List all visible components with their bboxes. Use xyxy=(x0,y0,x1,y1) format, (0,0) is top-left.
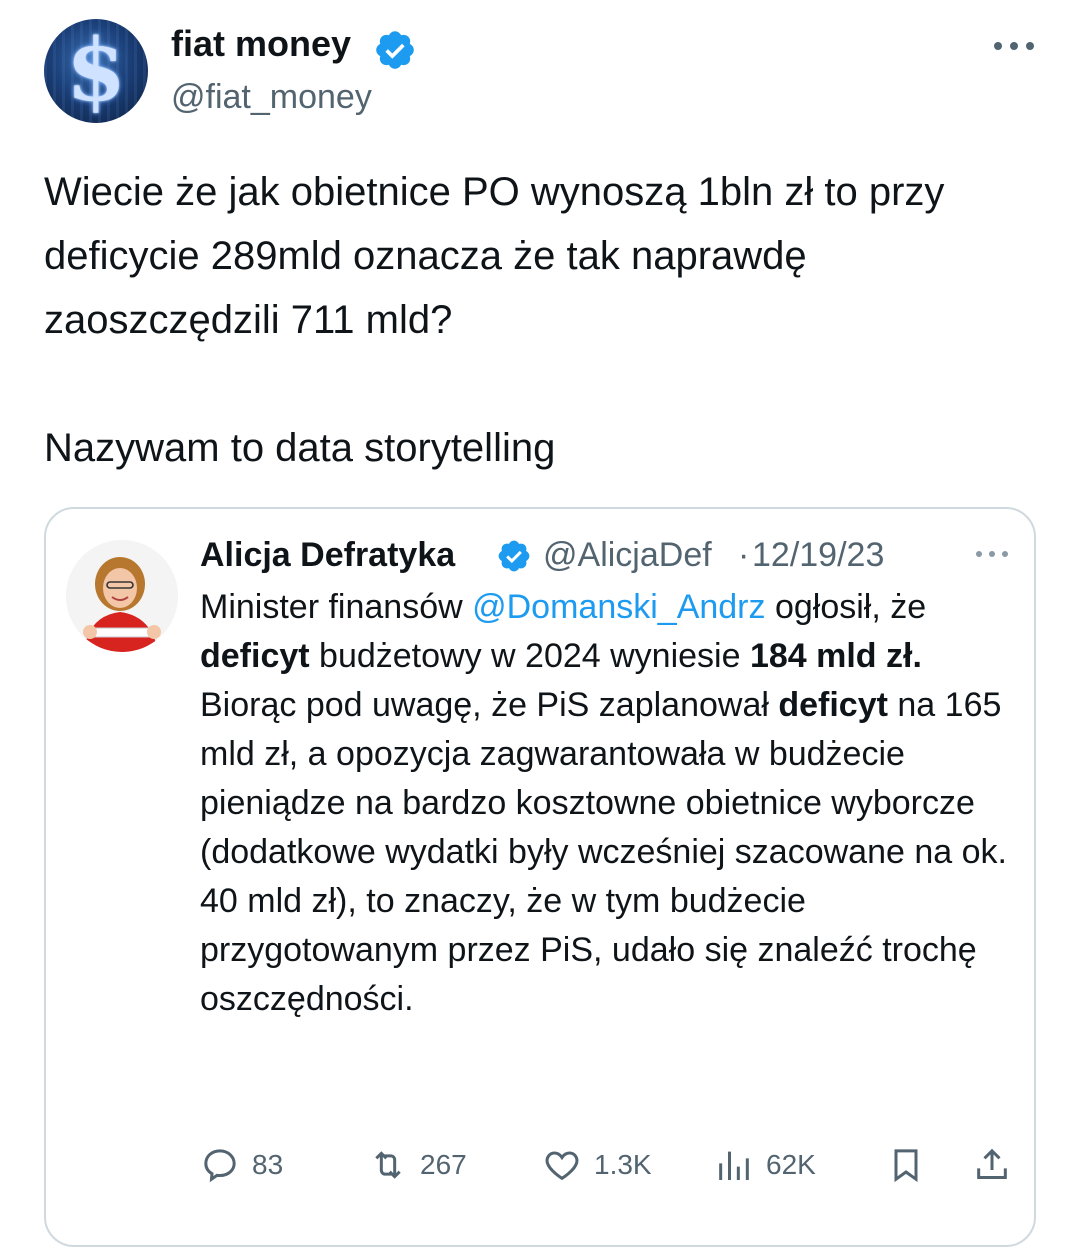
views-button[interactable]: 62K xyxy=(714,1140,816,1190)
person-photo-icon xyxy=(66,540,178,652)
text-run: ogłosił, że xyxy=(765,588,927,626)
quoted-author-name[interactable]: Alicja Defratyka xyxy=(200,534,455,576)
reply-button[interactable]: 83 xyxy=(200,1140,283,1190)
bold-text: 184 mld zł. xyxy=(749,637,922,675)
verified-badge-icon xyxy=(498,540,530,572)
text-run: Biorąc pod uwagę, że PiS zaplanował xyxy=(200,686,779,724)
dollar-sign-icon: $ xyxy=(66,20,126,121)
more-options-icon[interactable] xyxy=(992,34,1036,58)
views-count: 62K xyxy=(766,1149,816,1180)
separator-dot: · xyxy=(738,536,750,574)
quoted-more-options-icon[interactable] xyxy=(974,546,1010,562)
repost-icon xyxy=(375,1151,401,1179)
mention-link[interactable]: @Domanski_Andrz xyxy=(472,588,765,626)
quoted-tweet-text: Minister finansów @Domanski_Andrz ogłosi… xyxy=(200,583,1020,1024)
author-display-name[interactable]: fiat money xyxy=(171,22,351,66)
text-run: Minister finansów xyxy=(200,588,473,626)
quoted-author-handle[interactable]: @AlicjaDef xyxy=(543,534,712,576)
text-run: na 165 mld zł, a opozycja zagwarantowała… xyxy=(200,686,1007,1018)
analytics-icon xyxy=(719,1151,749,1180)
author-handle[interactable]: @fiat_money xyxy=(171,76,372,118)
quoted-paragraph: Biorąc pod uwagę, że PiS zaplanował defi… xyxy=(200,681,1020,1024)
reply-count: 83 xyxy=(252,1149,284,1180)
quoted-author-avatar[interactable] xyxy=(66,540,178,652)
repost-button[interactable]: 267 xyxy=(368,1140,467,1190)
heart-icon xyxy=(545,1151,579,1181)
bookmark-icon xyxy=(894,1149,918,1183)
repost-count: 267 xyxy=(420,1149,467,1180)
reply-icon xyxy=(204,1149,236,1183)
share-icon xyxy=(977,1148,1007,1179)
author-avatar[interactable]: $ xyxy=(44,19,148,123)
bold-text: deficyt xyxy=(778,686,888,724)
quoted-timestamp[interactable]: 12/19/23 xyxy=(752,534,884,576)
quoted-paragraph: Minister finansów @Domanski_Andrz ogłosi… xyxy=(200,583,1020,681)
like-count: 1.3K xyxy=(594,1149,652,1180)
like-button[interactable]: 1.3K xyxy=(542,1140,652,1190)
text-run: budżetowy w 2024 wyniesie xyxy=(309,637,750,675)
tweet-paragraph: Nazywam to data storytelling xyxy=(44,426,556,470)
bold-text: deficyt xyxy=(200,637,310,675)
share-button[interactable] xyxy=(972,1140,1012,1190)
tweet-text: Wiecie że jak obietnice PO wynoszą 1bln … xyxy=(44,160,1034,480)
verified-badge-icon xyxy=(376,31,414,69)
bookmark-button[interactable] xyxy=(886,1140,926,1190)
action-bar: 83 267 1.3K 62K xyxy=(200,1140,1020,1190)
tweet-paragraph: Wiecie że jak obietnice PO wynoszą 1bln … xyxy=(44,170,945,342)
